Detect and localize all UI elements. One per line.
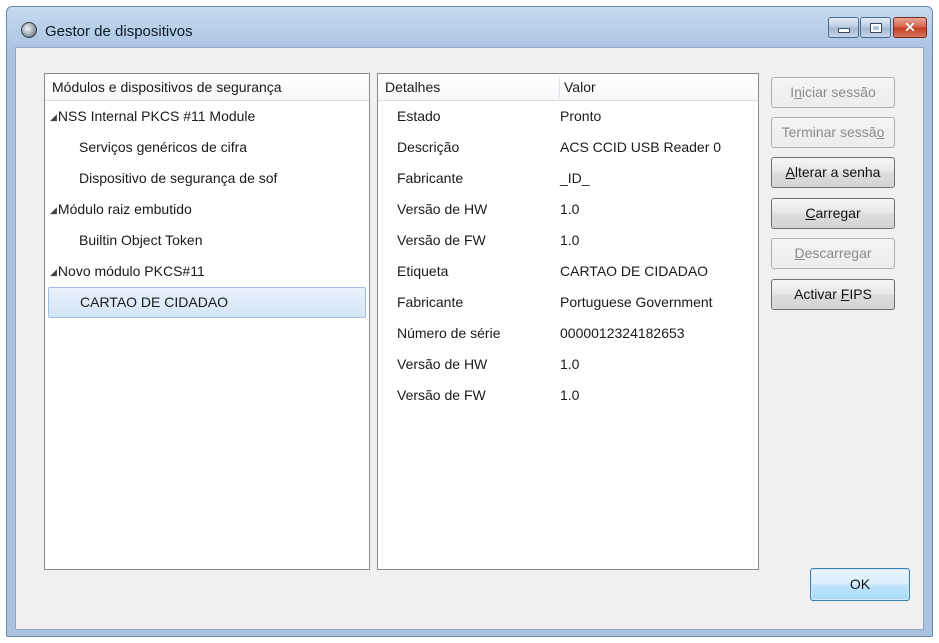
table-row[interactable]: Estado Pronto (378, 101, 758, 132)
table-row[interactable]: Fabricante _ID_ (378, 163, 758, 194)
detail-key: Versão de HW (397, 356, 488, 372)
tree-item-builtin-object-token[interactable]: Builtin Object Token (45, 225, 369, 256)
detail-key: Etiqueta (397, 263, 449, 279)
column-separator[interactable] (559, 77, 560, 98)
load-button[interactable]: Carregar (771, 198, 895, 229)
tree-item-generic-crypto[interactable]: Serviços genéricos de cifra (45, 132, 369, 163)
expanded-triangle-icon[interactable]: ◢ (50, 205, 57, 215)
dialog-body: Módulos e dispositivos de segurança ◢NSS… (15, 47, 924, 630)
table-row[interactable]: Descrição ACS CCID USB Reader 0 (378, 132, 758, 163)
detail-value: _ID_ (560, 170, 590, 186)
detail-key: Versão de HW (397, 201, 488, 217)
maximize-button[interactable] (860, 17, 891, 38)
tree-item-label: Builtin Object Token (79, 232, 203, 248)
detail-value: 1.0 (560, 201, 580, 217)
detail-value: 1.0 (560, 356, 580, 372)
device-manager-window: Gestor de dispositivos ✕ Módulos e dispo… (6, 6, 933, 637)
detail-key: Descrição (397, 139, 460, 155)
detail-value: ACS CCID USB Reader 0 (560, 139, 722, 155)
table-row[interactable]: Versão de FW 1.0 (378, 225, 758, 256)
table-row[interactable]: Etiqueta CARTAO DE CIDADAO (378, 256, 758, 287)
expanded-triangle-icon[interactable]: ◢ (50, 267, 57, 277)
expanded-triangle-icon[interactable]: ◢ (50, 112, 57, 122)
tree-item-nss-internal[interactable]: ◢NSS Internal PKCS #11 Module (45, 101, 369, 132)
detail-key: Versão de FW (397, 232, 486, 248)
modules-tree-header[interactable]: Módulos e dispositivos de segurança (45, 74, 369, 101)
details-table[interactable]: Detalhes Valor Estado Pronto Descrição ACS… (377, 73, 759, 570)
table-row[interactable]: Versão de FW 1.0 (378, 380, 758, 411)
detail-value: 0000012324182653 (560, 325, 685, 341)
minimize-button[interactable] (828, 17, 859, 38)
tree-item-label: Serviços genéricos de cifra (79, 139, 248, 155)
ok-button[interactable]: OK (810, 568, 910, 601)
tree-item-label: NSS Internal PKCS #11 Module (57, 108, 256, 124)
app-icon (21, 22, 37, 38)
login-button[interactable]: Iniciar sessão (771, 77, 895, 108)
tree-item-label: Novo módulo PKCS#11 (57, 263, 205, 279)
tree-item-label: Dispositivo de segurança de sof (79, 170, 278, 186)
detail-value: Portuguese Government (560, 294, 713, 310)
table-row[interactable]: Versão de HW 1.0 (378, 349, 758, 380)
detail-key: Fabricante (397, 294, 464, 310)
window-title: Gestor de dispositivos (45, 23, 193, 40)
title-bar[interactable]: Gestor de dispositivos ✕ (7, 7, 932, 47)
logout-button[interactable]: Terminar sessão (771, 117, 895, 148)
detail-key: Fabricante (397, 170, 464, 186)
tree-item-new-pkcs11-module[interactable]: ◢Novo módulo PKCS#11 (45, 256, 369, 287)
close-button[interactable]: ✕ (893, 17, 927, 38)
details-table-header: Detalhes Valor (378, 74, 758, 101)
detail-value: CARTAO DE CIDADAO (560, 263, 709, 279)
detail-key: Versão de FW (397, 387, 486, 403)
tree-item-builtin-root-module[interactable]: ◢Módulo raiz embutido (45, 194, 369, 225)
enable-fips-button[interactable]: Activar FIPS (771, 279, 895, 310)
unload-button[interactable]: Descarregar (771, 238, 895, 269)
change-password-button[interactable]: Alterar a senha (771, 157, 895, 188)
maximize-icon (869, 22, 882, 33)
value-column-header[interactable]: Valor (564, 74, 596, 101)
detail-key: Estado (397, 108, 441, 124)
modules-tree-header-label: Módulos e dispositivos de segurança (52, 79, 282, 95)
table-row[interactable]: Versão de HW 1.0 (378, 194, 758, 225)
table-row[interactable]: Fabricante Portuguese Government (378, 287, 758, 318)
detail-value: 1.0 (560, 387, 580, 403)
tree-item-cartao-de-cidadao[interactable]: CARTAO DE CIDADAO (48, 287, 366, 318)
tree-item-label: CARTAO DE CIDADAO (80, 294, 229, 310)
detail-value: Pronto (560, 108, 602, 124)
table-row[interactable]: Número de série 0000012324182653 (378, 318, 758, 349)
details-column-header[interactable]: Detalhes (385, 79, 440, 95)
modules-tree[interactable]: Módulos e dispositivos de segurança ◢NSS… (44, 73, 370, 570)
close-icon: ✕ (904, 19, 916, 35)
tree-item-software-security-device[interactable]: Dispositivo de segurança de sof (45, 163, 369, 194)
minimize-icon (837, 28, 850, 33)
detail-key: Número de série (397, 325, 501, 341)
tree-item-label: Módulo raiz embutido (57, 201, 192, 217)
detail-value: 1.0 (560, 232, 580, 248)
